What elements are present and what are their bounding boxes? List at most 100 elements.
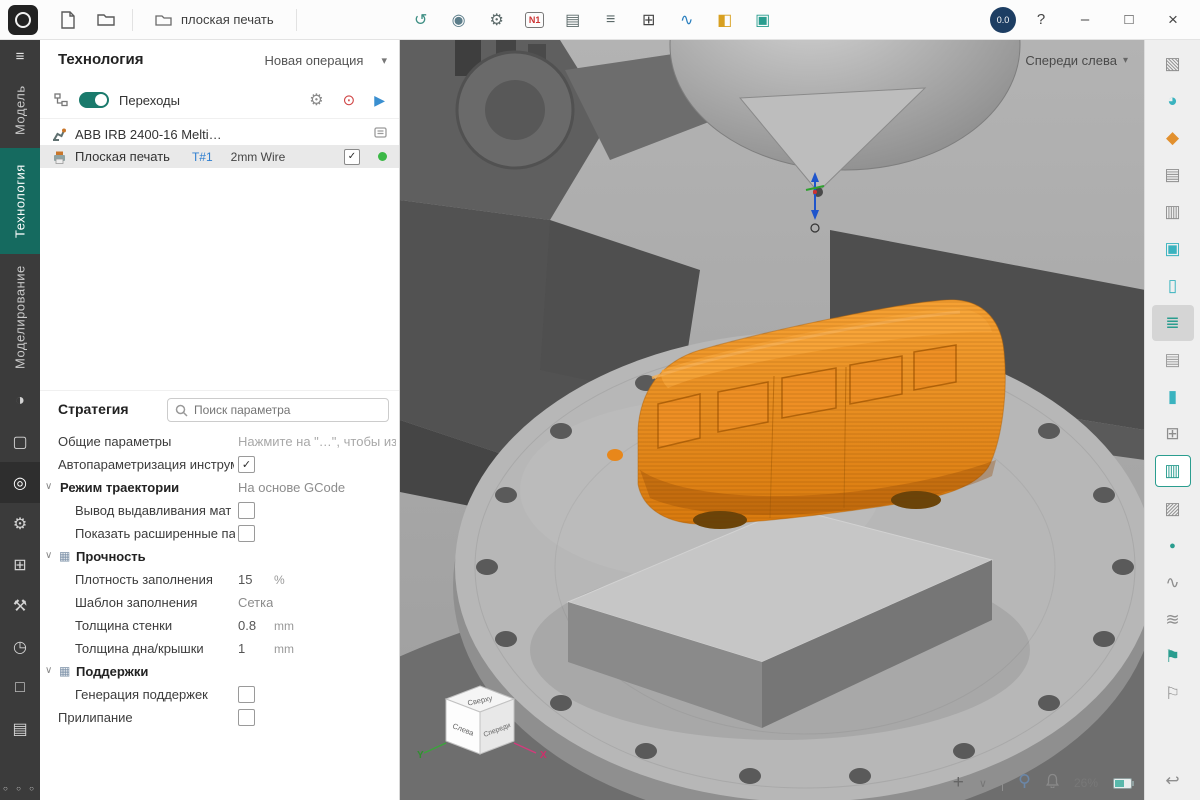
palette-icon[interactable]: ◧ xyxy=(707,5,743,35)
param-row-top-bottom[interactable]: Толщина дна/крышки 1 mm xyxy=(40,637,399,660)
about-badge[interactable]: 0.0 xyxy=(990,7,1016,33)
probe-pin-icon[interactable] xyxy=(1018,773,1031,794)
search-input[interactable] xyxy=(167,398,389,422)
minimize-button[interactable]: – xyxy=(1066,5,1104,35)
view-orientation-dropdown[interactable]: Спереди слева ▾ xyxy=(1025,53,1128,68)
param-row-extrusion-out[interactable]: Вывод выдавливания мат xyxy=(40,499,399,522)
printer-top-icon[interactable]: ▥ xyxy=(1152,194,1194,230)
tree-structure-icon[interactable] xyxy=(54,93,69,107)
globe-icon[interactable]: ◕ xyxy=(1152,83,1194,119)
notifications-bell-icon[interactable] xyxy=(1046,773,1059,793)
chevron-down-icon[interactable]: ∨ xyxy=(45,550,52,561)
param-row-infill-density[interactable]: Плотность заполнения 15 % xyxy=(40,568,399,591)
viewport-3d[interactable]: Сверху Слева Спереди Y X Спереди слева ▾… xyxy=(400,40,1144,800)
operations-tree: ABB IRB 2400-16 Melti… Плоская печать T#… xyxy=(40,124,399,168)
waves-icon[interactable]: ≋ xyxy=(1152,602,1194,638)
return-arrow-icon[interactable]: ↩ xyxy=(1152,763,1194,799)
help-button[interactable]: ? xyxy=(1022,5,1060,35)
param-value[interactable]: 15 xyxy=(238,572,252,587)
gcode-icon[interactable]: N1 xyxy=(517,5,553,35)
point-icon[interactable]: ● xyxy=(1152,528,1194,564)
close-button[interactable]: × xyxy=(1154,5,1192,35)
workpiece-icon[interactable]: ⊞ xyxy=(0,544,40,585)
cartridge-icon[interactable]: ▯ xyxy=(1152,268,1194,304)
operation-settings-icon[interactable]: ⚙ xyxy=(309,90,323,110)
slice-layers-icon[interactable]: ≣ xyxy=(1152,305,1194,341)
tools-icon[interactable]: ⚒ xyxy=(0,585,40,626)
zoom-level[interactable]: 26% xyxy=(1074,776,1098,790)
hatch-icon[interactable]: ▨ xyxy=(1152,491,1194,527)
checkbox[interactable]: ✓ xyxy=(238,456,255,473)
printer-icon[interactable]: ▤ xyxy=(0,708,40,749)
tree-row-operation[interactable]: Плоская печать T#1 2mm Wire ✓ xyxy=(40,145,399,168)
operation-checkbox[interactable]: ✓ xyxy=(344,149,360,165)
calculator-icon[interactable]: ⊞ xyxy=(631,5,667,35)
simulation-icon[interactable]: ◉ xyxy=(441,5,477,35)
checkbox[interactable] xyxy=(238,709,255,726)
param-row-infill-pattern[interactable]: Шаблон заполнения Сетка xyxy=(40,591,399,614)
param-value[interactable]: Нажмите на "…", чтобы изм xyxy=(238,434,396,449)
checkbox[interactable] xyxy=(238,686,255,703)
materials-glyph: ◑ xyxy=(15,392,25,410)
gcode-frame-icon[interactable]: ▥ xyxy=(1155,455,1191,487)
scene-canvas[interactable]: Сверху Слева Спереди Y X xyxy=(400,40,1144,800)
printer-front-icon[interactable]: ▤ xyxy=(1152,157,1194,193)
tree-row-machine[interactable]: ABB IRB 2400-16 Melti… xyxy=(40,124,399,145)
param-value[interactable]: На основе GCode xyxy=(238,480,345,495)
maximize-button[interactable]: □ xyxy=(1110,5,1148,35)
param-row-autotool[interactable]: Автопараметризация инструм ✓ xyxy=(40,453,399,476)
view-modes-icon[interactable]: ▧ xyxy=(1152,46,1194,82)
region-select-icon[interactable]: ▢ xyxy=(0,421,40,462)
param-row-general[interactable]: Общие параметры Нажмите на "…", чтобы из… xyxy=(40,430,399,453)
clone-parts-icon[interactable]: ⊞ xyxy=(1152,416,1194,452)
param-row-advanced[interactable]: Показать расширенные пара xyxy=(40,522,399,545)
notes-icon[interactable] xyxy=(374,127,387,143)
vial-icon[interactable]: ▮ xyxy=(1152,379,1194,415)
slicer-icon[interactable]: ▤ xyxy=(1152,342,1194,378)
param-row-adhesion[interactable]: Прилипание xyxy=(40,706,399,729)
new-document-button[interactable] xyxy=(50,5,86,35)
param-row-wall-thickness[interactable]: Толщина стенки 0.8 mm xyxy=(40,614,399,637)
chart-icon[interactable]: ∿ xyxy=(669,5,705,35)
settings-gear-icon[interactable]: ⚙ xyxy=(0,503,40,544)
flag-outline-icon[interactable]: ⚐ xyxy=(1152,676,1194,712)
extruder-icon[interactable]: ▣ xyxy=(1152,231,1194,267)
param-row-trajectory-mode[interactable]: ∨ Режим траектории На основе GCode xyxy=(40,476,399,499)
zoom-menu-caret[interactable]: ∨ xyxy=(979,777,987,790)
navigate-icon[interactable]: ◎ xyxy=(0,462,40,503)
param-row-support-generation[interactable]: Генерация поддержек xyxy=(40,683,399,706)
measure-icon[interactable]: ◷ xyxy=(0,626,40,667)
tab-technology[interactable]: Технология xyxy=(0,148,40,254)
checkbox[interactable] xyxy=(238,525,255,542)
postprocessor-icon[interactable]: ≡ xyxy=(593,5,629,35)
app-logo[interactable] xyxy=(8,5,38,35)
sheet-part-icon[interactable]: ◆ xyxy=(1152,120,1194,156)
spline-icon[interactable]: ∿ xyxy=(1152,565,1194,601)
chevron-down-icon[interactable]: ∨ xyxy=(45,481,52,492)
new-operation-dropdown[interactable]: Новая операция ▾ xyxy=(265,53,388,68)
tab-modeling[interactable]: Моделирование xyxy=(0,254,40,380)
report-icon[interactable]: ▤ xyxy=(555,5,591,35)
flag-icon[interactable]: ⚑ xyxy=(1152,639,1194,675)
zoom-in-button[interactable]: + xyxy=(953,772,964,794)
divider xyxy=(1002,775,1003,791)
verify-icon[interactable]: ⊙ xyxy=(343,91,356,109)
param-value[interactable]: 0.8 xyxy=(238,618,256,633)
open-project-button[interactable] xyxy=(88,5,124,35)
project-tab[interactable]: плоская печать xyxy=(141,5,288,35)
package-icon[interactable]: ▣ xyxy=(745,5,781,35)
run-icon[interactable]: ▶ xyxy=(374,92,385,109)
param-group-strength[interactable]: ∨ ▦ Прочность xyxy=(40,545,399,568)
checkbox[interactable] xyxy=(238,502,255,519)
frame-icon[interactable]: □ xyxy=(0,667,40,708)
tab-model[interactable]: Модель xyxy=(0,72,40,148)
menu-button[interactable]: ≡ xyxy=(0,40,40,72)
chevron-down-icon[interactable]: ∨ xyxy=(45,665,52,676)
param-value[interactable]: Сетка xyxy=(238,595,273,610)
transitions-toggle[interactable] xyxy=(79,92,109,108)
undo-icon[interactable]: ↺ xyxy=(403,5,439,35)
param-value[interactable]: 1 xyxy=(238,641,245,656)
materials-icon[interactable]: ◑ xyxy=(0,380,40,421)
machine-setup-icon[interactable]: ⚙ xyxy=(479,5,515,35)
param-group-supports[interactable]: ∨ ▦ Поддержки xyxy=(40,660,399,683)
